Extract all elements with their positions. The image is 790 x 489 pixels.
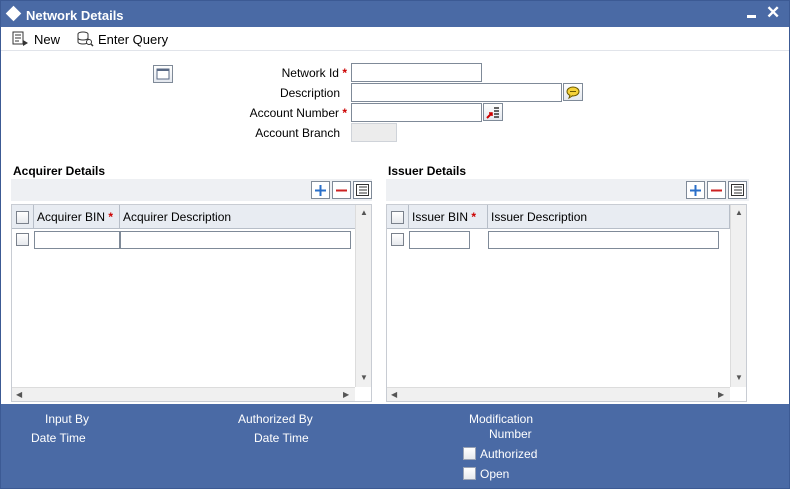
description-label: Description xyxy=(279,86,340,100)
input-by-label: Input By xyxy=(45,412,90,426)
acquirer-grid: Acquirer BIN * Acquirer Description ▲ ▼ … xyxy=(11,204,372,402)
account-branch-field xyxy=(351,123,397,142)
account-branch-label: Account Branch xyxy=(255,126,340,140)
issuer-details-title: Issuer Details xyxy=(388,164,467,178)
acquirer-grid-header: Acquirer BIN * Acquirer Description xyxy=(12,205,355,229)
acquirer-bin-header-label: Acquirer BIN xyxy=(37,210,106,224)
scroll-up-icon[interactable]: ▲ xyxy=(360,208,368,217)
acquirer-horizontal-scrollbar[interactable]: ◀ ▶ xyxy=(12,387,355,401)
scroll-down-icon[interactable]: ▼ xyxy=(360,373,368,382)
authorized-label: Authorized xyxy=(480,447,538,461)
acquirer-description-header: Acquirer Description xyxy=(123,210,232,224)
issuer-vertical-scrollbar[interactable]: ▲ ▼ xyxy=(730,205,746,387)
list-view-icon xyxy=(356,184,369,196)
network-id-field[interactable] xyxy=(351,63,482,82)
required-marker: * xyxy=(108,210,114,224)
required-marker: * xyxy=(342,106,347,120)
acquirer-bin-input[interactable] xyxy=(34,231,120,249)
authorized-date-time-label: Date Time xyxy=(254,431,309,445)
issuer-row xyxy=(387,229,730,250)
scroll-down-icon[interactable]: ▼ xyxy=(735,373,743,382)
window-title: Network Details xyxy=(26,8,124,23)
scroll-right-icon[interactable]: ▶ xyxy=(343,390,349,399)
issuer-horizontal-scrollbar[interactable]: ◀ ▶ xyxy=(387,387,730,401)
scroll-left-icon[interactable]: ◀ xyxy=(16,390,22,399)
list-of-values-icon xyxy=(486,106,499,119)
network-id-label: Network Id xyxy=(281,66,339,80)
title-bar: Network Details ✕ xyxy=(1,1,789,27)
speech-bubble-icon xyxy=(566,86,580,99)
plus-icon xyxy=(690,184,701,196)
acquirer-description-input[interactable] xyxy=(120,231,351,249)
minus-icon xyxy=(336,189,347,191)
acquirer-vertical-scrollbar[interactable]: ▲ ▼ xyxy=(355,205,371,387)
network-details-window: Network Details ✕ New Enter Query Networ… xyxy=(0,0,790,489)
acquirer-single-view-button[interactable] xyxy=(353,181,372,199)
open-checkbox[interactable] xyxy=(463,467,476,480)
acquirer-bin-header: Acquirer BIN * xyxy=(34,205,120,229)
issuer-select-all-cell xyxy=(387,205,409,229)
issuer-delete-row-button[interactable] xyxy=(707,181,726,199)
scroll-up-icon[interactable]: ▲ xyxy=(735,208,743,217)
new-record-icon xyxy=(12,31,28,46)
description-field[interactable] xyxy=(351,83,562,102)
toolbar: New Enter Query xyxy=(1,27,789,51)
account-number-label: Account Number xyxy=(249,106,339,120)
acquirer-delete-row-button[interactable] xyxy=(332,181,351,199)
acquirer-row xyxy=(12,229,355,250)
issuer-bin-header: Issuer BIN * xyxy=(409,205,488,229)
audit-footer: Input By Date Time Authorized By Date Ti… xyxy=(1,404,789,488)
issuer-add-row-button[interactable] xyxy=(686,181,705,199)
minus-icon xyxy=(711,189,722,191)
new-button[interactable]: New xyxy=(12,29,60,49)
issuer-row-checkbox[interactable] xyxy=(391,233,404,246)
required-marker: * xyxy=(471,210,477,224)
modification-number-label: Number xyxy=(489,427,532,441)
minimize-icon[interactable] xyxy=(747,15,756,18)
plus-icon xyxy=(315,184,326,196)
issuer-bin-input[interactable] xyxy=(409,231,470,249)
issuer-bin-header-label: Issuer BIN xyxy=(412,210,469,224)
close-icon[interactable]: ✕ xyxy=(766,3,780,23)
issuer-description-input[interactable] xyxy=(488,231,719,249)
list-view-icon xyxy=(731,184,744,196)
acquirer-add-row-button[interactable] xyxy=(311,181,330,199)
window-icon xyxy=(156,68,170,80)
issuer-select-all-checkbox[interactable] xyxy=(391,210,404,224)
acquirer-grid-toolbar xyxy=(11,179,372,201)
acquirer-row-checkbox[interactable] xyxy=(16,233,29,246)
account-number-lov-button[interactable] xyxy=(483,103,503,121)
acquirer-details-title: Acquirer Details xyxy=(13,164,106,178)
issuer-grid-toolbar xyxy=(386,179,749,201)
query-icon xyxy=(77,31,94,47)
enter-query-button[interactable]: Enter Query xyxy=(76,29,168,49)
screen-info-button[interactable] xyxy=(153,65,173,83)
open-label: Open xyxy=(480,467,510,481)
enter-query-label: Enter Query xyxy=(98,31,169,47)
issuer-single-view-button[interactable] xyxy=(728,181,747,199)
scroll-right-icon[interactable]: ▶ xyxy=(718,390,724,399)
account-number-label-group: Account Number * xyxy=(231,106,347,120)
issuer-description-header: Issuer Description xyxy=(488,205,730,229)
modification-label: Modification xyxy=(469,412,534,426)
window-diamond-icon xyxy=(5,5,22,22)
input-date-time-label: Date Time xyxy=(31,431,86,445)
scroll-left-icon[interactable]: ◀ xyxy=(391,390,397,399)
account-number-field[interactable] xyxy=(351,103,482,122)
authorized-checkbox[interactable] xyxy=(463,447,476,460)
acquirer-select-all-checkbox[interactable] xyxy=(16,210,29,224)
required-marker: * xyxy=(342,66,347,80)
description-comment-button[interactable] xyxy=(563,83,583,101)
network-id-label-group: Network Id * xyxy=(231,66,347,80)
new-label: New xyxy=(34,31,61,47)
authorized-by-label: Authorized By xyxy=(238,412,313,426)
issuer-grid: Issuer BIN * Issuer Description ▲ ▼ ◀ ▶ xyxy=(386,204,747,402)
acquirer-select-all-cell xyxy=(12,205,34,229)
issuer-grid-header: Issuer BIN * Issuer Description xyxy=(387,205,730,229)
